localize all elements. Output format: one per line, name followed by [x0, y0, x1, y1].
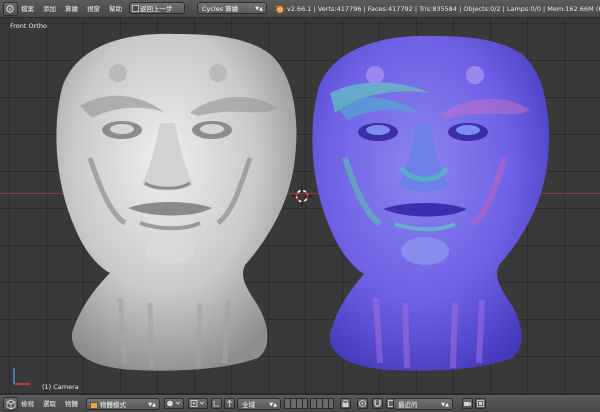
3d-view-header: 檢視 選取 物體 物體模式 ▼▲ 全域 ▼▲ 最近的 ▼▲	[0, 394, 600, 412]
layer-block-1[interactable]	[284, 398, 308, 409]
active-object-label: (1) Camera	[42, 383, 79, 391]
gray-head[interactable]	[56, 33, 297, 371]
snap-toggle[interactable]	[372, 398, 383, 409]
menu-render[interactable]: 算繪	[65, 4, 78, 14]
proportional-edit-button[interactable]	[357, 398, 368, 409]
viewport-shading-button[interactable]	[164, 398, 184, 409]
menu-window[interactable]: 視窗	[87, 4, 100, 14]
info-header: 檔案 添加 算繪 視窗 幫助 返回上一步 Cycles 算繪 ▼▲ v2.66.…	[0, 0, 600, 18]
dropdown-arrow-icon: ▼▲	[269, 402, 277, 408]
magnet-icon	[374, 400, 381, 407]
editor-type-button[interactable]	[3, 2, 18, 16]
blender-logo-icon	[275, 5, 284, 14]
sculpt-heads	[56, 33, 549, 371]
menu-file[interactable]: 檔案	[21, 4, 34, 14]
axis-gizmo-icon	[13, 368, 30, 385]
back-button[interactable]: 返回上一步	[129, 2, 185, 14]
menu-view[interactable]: 檢視	[21, 399, 34, 409]
editor-type-button[interactable]	[3, 397, 18, 411]
normal-map-head[interactable]	[312, 35, 549, 371]
dropdown-arrow-icon: ▼▲	[148, 402, 156, 408]
dropdown-arrow-icon: ▼▲	[255, 6, 263, 12]
layer-block-2[interactable]	[310, 398, 334, 409]
render-engine-select[interactable]: Cycles 算繪 ▼▲	[197, 2, 267, 14]
manipulator-toggle[interactable]	[211, 398, 222, 409]
translate-toggle[interactable]	[224, 398, 235, 409]
render-button[interactable]	[462, 398, 473, 409]
menu-object[interactable]: 物體	[65, 399, 78, 409]
lock-icon	[342, 399, 349, 407]
lock-camera-button[interactable]	[340, 398, 351, 409]
dropdown-arrow-icon: ▼▲	[441, 402, 449, 408]
arrow-icon	[227, 399, 232, 407]
transform-orientation-select[interactable]: 全域 ▼▲	[237, 398, 281, 410]
manipulator-icon	[213, 401, 219, 407]
scene-stats: v2.66.1 | Verts:417796 | Faces:417792 | …	[287, 5, 600, 13]
3d-cursor-icon[interactable]	[292, 186, 312, 206]
info-icon	[6, 5, 14, 13]
3d-viewport[interactable]: Front Ortho (1) Camera	[0, 18, 600, 394]
menu-help[interactable]: 幫助	[109, 4, 122, 14]
menu-select[interactable]: 選取	[43, 399, 56, 409]
snap-target-select[interactable]: 最近的 ▼▲	[393, 398, 453, 410]
proportional-icon	[359, 400, 366, 407]
camera-icon	[464, 402, 471, 406]
menu-add[interactable]: 添加	[43, 4, 56, 14]
mode-select[interactable]: 物體模式 ▼▲	[86, 398, 160, 410]
render-animation-button[interactable]	[475, 398, 486, 409]
pivot-icon	[190, 400, 205, 407]
object-mode-icon	[90, 402, 98, 409]
film-icon	[477, 400, 484, 407]
pivot-point-button[interactable]	[188, 398, 208, 409]
undo-icon	[132, 5, 139, 12]
cube-icon	[6, 399, 16, 410]
shading-sphere-icon	[166, 399, 181, 408]
